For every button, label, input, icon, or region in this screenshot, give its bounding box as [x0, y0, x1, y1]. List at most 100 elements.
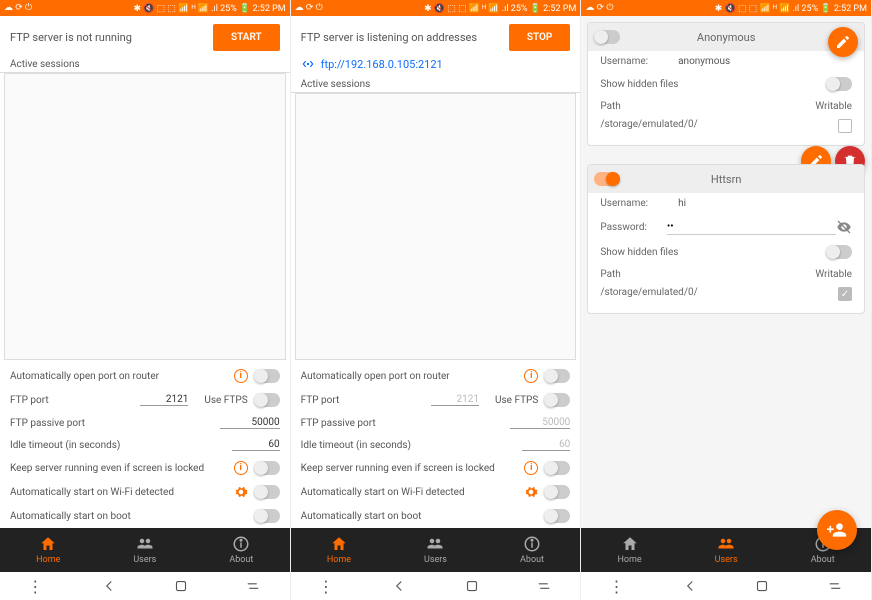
setting-passive-port: FTP passive port	[291, 412, 581, 434]
toggle-hidden-files[interactable]	[826, 245, 852, 259]
sys-back[interactable]	[390, 577, 408, 595]
row-password: Password:	[588, 214, 864, 240]
setting-ftp-port: FTP port Use FTPS	[291, 388, 581, 412]
server-status-text: FTP server is not running	[10, 31, 132, 44]
sys-overview[interactable]: ⋮	[609, 577, 627, 595]
toggle-auto-wifi[interactable]	[254, 485, 280, 499]
info-icon[interactable]	[524, 461, 538, 475]
user-title: Httsrn	[588, 173, 864, 186]
screen-users: ☁ ⟳ ⏻ ✱ 🔇 ⬚ ⬚ 📶 ᴴ 📶 .ıl 25% 🔋 2:52 PM An…	[581, 0, 872, 600]
passive-port-input[interactable]	[220, 417, 280, 429]
toggle-hidden-files[interactable]	[826, 77, 852, 91]
active-sessions-label: Active sessions	[0, 57, 290, 73]
idle-timeout-input[interactable]	[232, 439, 280, 451]
user-title: Anonymous	[588, 31, 864, 44]
nav-about[interactable]: About	[193, 528, 290, 572]
home-icon	[621, 535, 639, 553]
sys-overview[interactable]: ⋮	[27, 577, 45, 595]
row-username: Username: anonymous	[588, 51, 864, 72]
nav-users[interactable]: Users	[678, 528, 775, 572]
users-icon	[136, 535, 154, 553]
nav-home[interactable]: Home	[0, 528, 97, 572]
password-input[interactable]	[667, 219, 836, 235]
row-path: /storage/emulated/0/	[588, 117, 864, 139]
sys-recent[interactable]	[826, 577, 844, 595]
users-icon	[426, 535, 444, 553]
setting-passive-port: FTP passive port	[0, 412, 290, 434]
nav-about[interactable]: About	[484, 528, 581, 572]
idle-timeout-input[interactable]	[522, 439, 570, 451]
sys-home[interactable]	[753, 577, 771, 595]
setting-idle-timeout: Idle timeout (in seconds)	[291, 434, 581, 456]
server-status-text: FTP server is listening on addresses	[301, 31, 477, 44]
active-sessions-list	[4, 73, 286, 360]
home-icon	[39, 535, 57, 553]
settings-panel: Automatically open port on router FTP po…	[291, 364, 581, 528]
person-add-icon	[827, 520, 847, 540]
edit-user-button[interactable]	[828, 27, 858, 57]
status-left: ☁ ⟳ ⏻	[295, 3, 323, 13]
status-left: ☁ ⟳ ⏻	[585, 3, 613, 13]
gear-icon[interactable]	[524, 485, 538, 499]
status-bar: ☁ ⟳ ⏻ ✱ 🔇 ⬚ ⬚ 📶 ᴴ 📶 .ıl 25% 🔋 2:52 PM	[0, 0, 290, 16]
checkbox-writable[interactable]	[838, 119, 852, 133]
setting-keep-running: Keep server running even if screen is lo…	[291, 456, 581, 480]
active-sessions-label: Active sessions	[291, 77, 581, 93]
info-icon	[232, 535, 250, 553]
stop-button[interactable]: STOP	[509, 24, 570, 51]
nav-users[interactable]: Users	[97, 528, 194, 572]
passive-port-input[interactable]	[510, 417, 570, 429]
setting-auto-wifi: Automatically start on Wi-Fi detected	[0, 480, 290, 504]
home-icon	[330, 535, 348, 553]
status-bar: ☁ ⟳ ⏻ ✱ 🔇 ⬚ ⬚ 📶 ᴴ 📶 .ıl 25% 🔋 2:52 PM	[581, 0, 871, 16]
server-status-row: FTP server is listening on addresses STO…	[291, 16, 581, 57]
status-right: ✱ 🔇 ⬚ ⬚ 📶 ᴴ 📶 .ıl 25% 🔋 2:52 PM	[424, 3, 576, 14]
ftp-port-input[interactable]	[140, 394, 188, 406]
sys-home[interactable]	[172, 577, 190, 595]
checkbox-writable[interactable]	[838, 287, 852, 301]
sys-back[interactable]	[100, 577, 118, 595]
toggle-auto-port[interactable]	[544, 369, 570, 383]
user-card-anonymous: Anonymous Username: anonymous Show hidde…	[587, 22, 865, 146]
setting-auto-boot: Automatically start on boot	[0, 504, 290, 528]
setting-auto-boot: Automatically start on boot	[291, 504, 581, 528]
nav-home[interactable]: Home	[291, 528, 388, 572]
gear-icon[interactable]	[234, 485, 248, 499]
eye-off-icon[interactable]	[836, 219, 852, 235]
add-user-button[interactable]	[817, 510, 857, 550]
info-icon[interactable]	[234, 461, 248, 475]
sys-home[interactable]	[463, 577, 481, 595]
toggle-auto-wifi[interactable]	[544, 485, 570, 499]
toggle-auto-boot[interactable]	[544, 509, 570, 523]
server-address-row[interactable]: ftp://192.168.0.105:2121	[291, 57, 581, 77]
setting-auto-wifi: Automatically start on Wi-Fi detected	[291, 480, 581, 504]
sys-recent[interactable]	[244, 577, 262, 595]
status-right: ✱ 🔇 ⬚ ⬚ 📶 ᴴ 📶 .ıl 25% 🔋 2:52 PM	[715, 3, 867, 14]
start-button[interactable]: START	[213, 24, 280, 51]
toggle-keep-running[interactable]	[544, 461, 570, 475]
toggle-keep-running[interactable]	[254, 461, 280, 475]
status-bar: ☁ ⟳ ⏻ ✱ 🔇 ⬚ ⬚ 📶 ᴴ 📶 .ıl 25% 🔋 2:52 PM	[291, 0, 581, 16]
toggle-ftps[interactable]	[254, 393, 280, 407]
toggle-auto-port[interactable]	[254, 369, 280, 383]
nav-home[interactable]: Home	[581, 528, 678, 572]
toggle-user-enabled[interactable]	[594, 30, 620, 44]
info-icon[interactable]	[524, 369, 538, 383]
screen-home-stopped: ☁ ⟳ ⏻ ✱ 🔇 ⬚ ⬚ 📶 ᴴ 📶 .ıl 25% 🔋 2:52 PM FT…	[0, 0, 291, 600]
pencil-icon	[835, 34, 851, 50]
info-icon[interactable]	[234, 369, 248, 383]
toggle-auto-boot[interactable]	[254, 509, 280, 523]
sys-back[interactable]	[681, 577, 699, 595]
toggle-ftps[interactable]	[544, 393, 570, 407]
nav-users[interactable]: Users	[387, 528, 484, 572]
server-address: ftp://192.168.0.105:2121	[321, 58, 443, 71]
ftp-port-input[interactable]	[431, 394, 479, 406]
sys-overview[interactable]: ⋮	[318, 577, 336, 595]
row-path: /storage/emulated/0/	[588, 285, 864, 307]
system-nav: ⋮	[291, 572, 581, 600]
toggle-user-enabled[interactable]	[594, 172, 620, 186]
network-icon	[301, 57, 315, 71]
row-path-header: Path Writable	[588, 264, 864, 285]
bottom-nav: Home Users About	[291, 528, 581, 572]
sys-recent[interactable]	[535, 577, 553, 595]
